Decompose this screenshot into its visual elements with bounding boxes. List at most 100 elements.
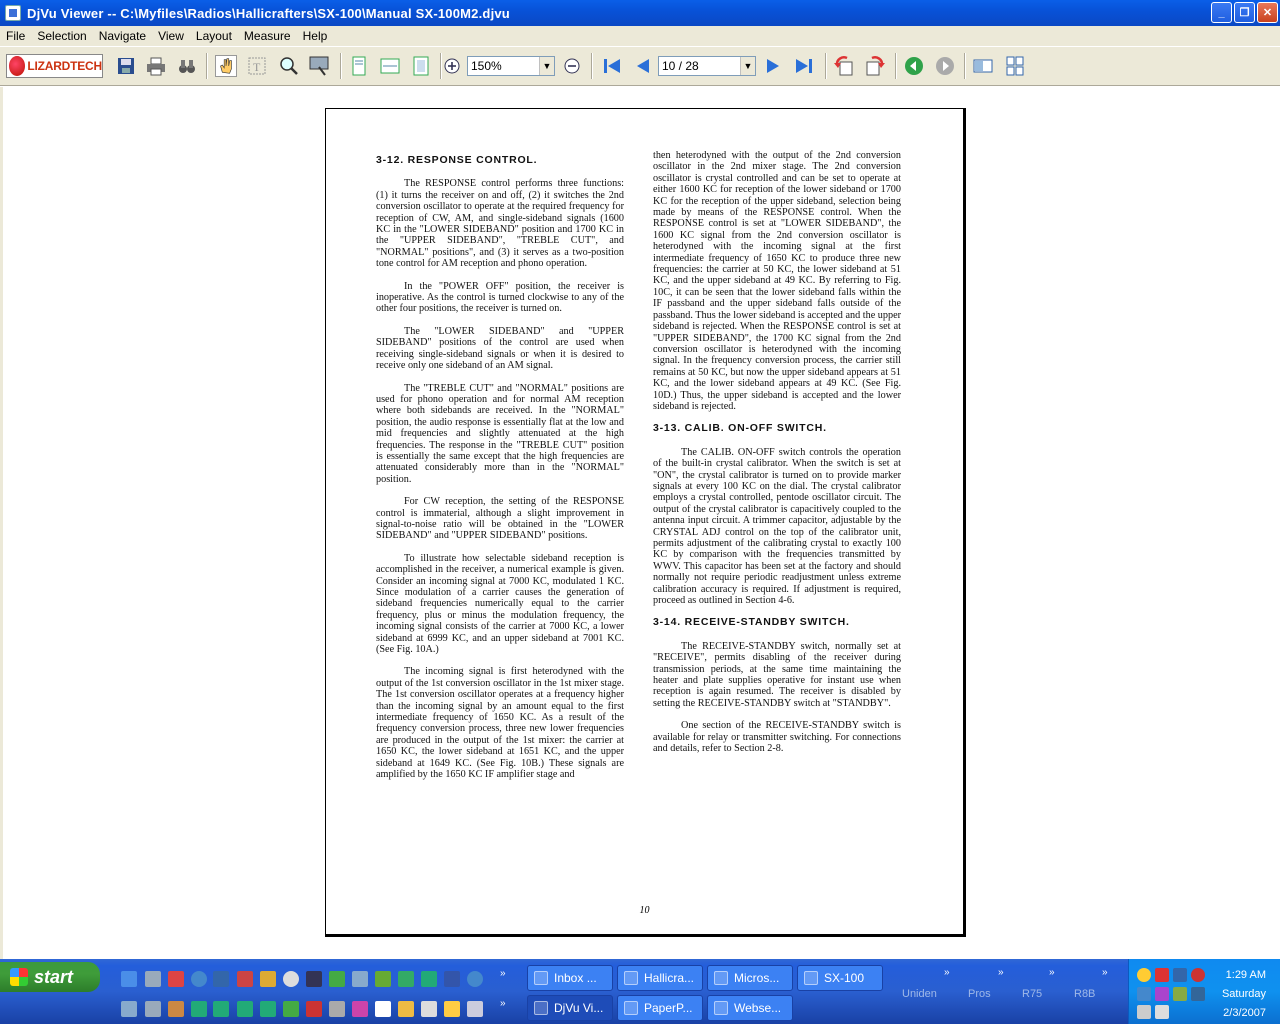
group-more-icon[interactable]: » — [1102, 967, 1108, 978]
title-bar[interactable]: DjVu Viewer -- C:\Myfiles\Radios\Hallicr… — [0, 0, 1280, 26]
task-djvu-viewer[interactable]: DjVu Vi... — [527, 995, 613, 1021]
toolbar-group-uniden[interactable]: Uniden — [902, 988, 937, 1000]
quicklaunch-folder-icon[interactable] — [398, 1001, 414, 1017]
hand-tool-icon[interactable] — [215, 55, 237, 77]
page-combo[interactable]: 10 / 28 ▼ — [658, 56, 756, 76]
last-page-icon[interactable] — [793, 55, 815, 77]
text-select-icon[interactable]: T — [246, 55, 268, 77]
next-page-icon[interactable] — [762, 55, 784, 77]
tray-app-icon[interactable] — [1173, 987, 1187, 1001]
menu-layout[interactable]: Layout — [190, 29, 238, 43]
tray-network-icon[interactable] — [1191, 987, 1205, 1001]
close-button[interactable]: ✕ — [1257, 2, 1278, 23]
quicklaunch-app-icon[interactable] — [444, 1001, 460, 1017]
find-binoculars-icon[interactable] — [176, 55, 198, 77]
quicklaunch-app-icon[interactable] — [329, 1001, 345, 1017]
quicklaunch-excel-icon[interactable] — [237, 1001, 253, 1017]
quicklaunch-app-icon[interactable] — [213, 971, 229, 987]
quicklaunch-app-icon[interactable] — [398, 971, 414, 987]
menu-navigate[interactable]: Navigate — [93, 29, 152, 43]
task-microsoft[interactable]: Micros... — [707, 965, 793, 991]
toolbar-group-pros[interactable]: Pros — [968, 988, 991, 1000]
quicklaunch-excel-icon[interactable] — [260, 1001, 276, 1017]
save-icon[interactable] — [115, 55, 137, 77]
zoom-combo[interactable]: 150% ▼ — [467, 56, 555, 76]
group-more-icon[interactable]: » — [944, 967, 950, 978]
chevron-down-icon[interactable]: ▼ — [539, 57, 554, 75]
region-select-icon[interactable] — [308, 55, 330, 77]
print-icon[interactable] — [145, 55, 167, 77]
quicklaunch-excel-icon[interactable] — [421, 971, 437, 987]
rotate-left-icon[interactable] — [833, 55, 855, 77]
toolbar-group-r8b[interactable]: R8B — [1074, 988, 1095, 1000]
quicklaunch-word-icon[interactable] — [444, 971, 460, 987]
menu-view[interactable]: View — [152, 29, 190, 43]
quicklaunch-app-icon[interactable] — [283, 1001, 299, 1017]
menu-selection[interactable]: Selection — [31, 29, 92, 43]
quicklaunch-ie-icon[interactable] — [191, 971, 207, 987]
quicklaunch-acrobat-icon[interactable] — [168, 971, 184, 987]
task-webse[interactable]: Webse... — [707, 995, 793, 1021]
quicklaunch-app-icon[interactable] — [467, 971, 483, 987]
quicklaunch-explorer-icon[interactable] — [145, 971, 161, 987]
first-page-icon[interactable] — [601, 55, 623, 77]
quicklaunch-excel-icon[interactable] — [191, 1001, 207, 1017]
group-more-icon[interactable]: » — [1049, 967, 1055, 978]
quicklaunch-app-icon[interactable] — [168, 1001, 184, 1017]
quicklaunch-app-icon[interactable] — [237, 971, 253, 987]
tray-app-icon[interactable] — [1137, 968, 1151, 982]
quicklaunch-app-icon[interactable] — [375, 971, 391, 987]
clock-time[interactable]: 1:29 AM — [1226, 969, 1266, 981]
zoom-in-icon[interactable] — [441, 55, 463, 77]
fit-page-icon[interactable] — [410, 55, 432, 77]
quicklaunch-app-icon[interactable] — [352, 1001, 368, 1017]
document-view[interactable]: 3-12. RESPONSE CONTROL. The RESPONSE cont… — [0, 87, 1280, 959]
zoom-tool-icon[interactable] — [278, 55, 300, 77]
task-paperport[interactable]: PaperP... — [617, 995, 703, 1021]
tray-app-icon[interactable] — [1137, 1005, 1151, 1019]
quicklaunch-app-icon[interactable] — [260, 971, 276, 987]
tray-app-icon[interactable] — [1155, 1005, 1169, 1019]
quicklaunch-app-icon[interactable] — [352, 971, 368, 987]
tray-app-icon[interactable] — [1173, 968, 1187, 982]
quicklaunch-app-icon[interactable] — [421, 1001, 437, 1017]
fit-width-icon[interactable] — [379, 55, 401, 77]
task-sx100-folder[interactable]: SX-100 — [797, 965, 883, 991]
forward-icon[interactable] — [934, 55, 956, 77]
menu-file[interactable]: File — [0, 29, 31, 43]
tray-app-icon[interactable] — [1191, 968, 1205, 982]
start-button[interactable]: start — [0, 962, 100, 992]
quicklaunch-app-icon[interactable] — [467, 1001, 483, 1017]
back-icon[interactable] — [903, 55, 925, 77]
quicklaunch-excel-icon[interactable] — [213, 1001, 229, 1017]
quicklaunch-more-icon[interactable]: » — [500, 968, 506, 979]
group-more-icon[interactable]: » — [998, 967, 1004, 978]
rotate-right-icon[interactable] — [864, 55, 886, 77]
tray-app-icon[interactable] — [1155, 987, 1169, 1001]
lizardtech-logo[interactable]: LIZARDTECH — [6, 54, 103, 78]
quicklaunch-app-icon[interactable] — [145, 1001, 161, 1017]
quicklaunch-app-icon[interactable] — [329, 971, 345, 987]
menu-measure[interactable]: Measure — [238, 29, 297, 43]
quicklaunch-desktop-icon[interactable] — [121, 971, 137, 987]
toolbar-group-r75[interactable]: R75 — [1022, 988, 1042, 1000]
continuous-layout-icon[interactable] — [972, 55, 994, 77]
previous-page-icon[interactable] — [632, 55, 654, 77]
tray-app-icon[interactable] — [1137, 987, 1151, 1001]
quicklaunch-app-icon[interactable] — [306, 1001, 322, 1017]
thumbnails-icon[interactable] — [1004, 55, 1026, 77]
task-hallicrafters[interactable]: Hallicra... — [617, 965, 703, 991]
quicklaunch-app-icon[interactable] — [306, 971, 322, 987]
quicklaunch-more-icon[interactable]: » — [500, 998, 506, 1009]
quicklaunch-media-icon[interactable] — [283, 971, 299, 987]
single-page-icon[interactable] — [348, 55, 370, 77]
quicklaunch-app-icon[interactable] — [121, 1001, 137, 1017]
djvu-app-icon[interactable] — [5, 5, 21, 21]
task-inbox[interactable]: Inbox ... — [527, 965, 613, 991]
zoom-out-icon[interactable] — [561, 55, 583, 77]
maximize-button[interactable]: ❐ — [1234, 2, 1255, 23]
chevron-down-icon[interactable]: ▼ — [740, 57, 755, 75]
menu-help[interactable]: Help — [297, 29, 334, 43]
minimize-button[interactable]: _ — [1211, 2, 1232, 23]
quicklaunch-app-icon[interactable] — [375, 1001, 391, 1017]
